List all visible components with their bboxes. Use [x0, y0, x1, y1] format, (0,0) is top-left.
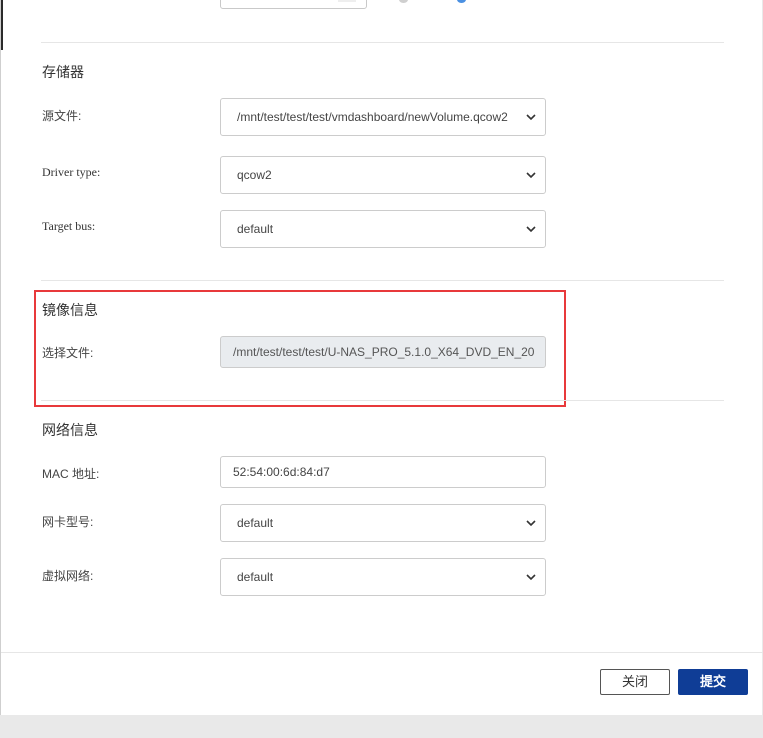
section-divider	[41, 280, 724, 281]
virtual-network-select[interactable]: default	[220, 558, 546, 596]
mac-address-label: MAC 地址:	[42, 467, 100, 481]
previous-radio-group[interactable]	[399, 0, 479, 4]
target-bus-label: Target bus:	[42, 219, 96, 233]
vm-settings-dialog: 存储器 源文件: /mnt/test/test/test/vmdashboard…	[0, 0, 763, 715]
driver-type-select[interactable]: qcow2	[220, 156, 546, 194]
previous-select-field[interactable]	[220, 0, 367, 9]
left-edge-marker	[1, 0, 3, 50]
target-bus-value: default	[237, 222, 274, 236]
section-divider	[41, 400, 724, 401]
mac-address-input[interactable]: 52:54:00:6d:84:d7	[220, 456, 546, 488]
virtual-network-value: default	[237, 570, 274, 584]
virtual-network-label: 虚拟网络:	[42, 569, 94, 583]
storage-section-title: 存储器	[42, 64, 84, 80]
submit-button[interactable]: 提交	[678, 669, 748, 695]
source-file-value: /mnt/test/test/test/vmdashboard/newVolum…	[237, 110, 508, 124]
chevron-down-icon	[526, 520, 536, 527]
nic-model-label: 网卡型号:	[42, 515, 94, 529]
highlight-box	[34, 290, 566, 407]
driver-type-value: qcow2	[237, 168, 272, 182]
footer-divider	[1, 652, 763, 653]
chevron-down-icon	[526, 226, 536, 233]
chevron-down-icon	[526, 574, 536, 581]
network-info-section-title: 网络信息	[42, 422, 98, 438]
radio-option-selected[interactable]	[457, 0, 466, 3]
source-file-select[interactable]: /mnt/test/test/test/vmdashboard/newVolum…	[220, 98, 546, 136]
source-file-label: 源文件:	[42, 109, 82, 123]
chevron-down-icon	[526, 114, 536, 121]
select-handle	[338, 0, 356, 2]
section-divider	[41, 42, 724, 43]
chevron-down-icon	[526, 172, 536, 179]
nic-model-select[interactable]: default	[220, 504, 546, 542]
driver-type-label: Driver type:	[42, 165, 101, 179]
mac-address-value: 52:54:00:6d:84:d7	[233, 465, 330, 479]
radio-option[interactable]	[399, 0, 408, 3]
nic-model-value: default	[237, 516, 274, 530]
target-bus-select[interactable]: default	[220, 210, 546, 248]
close-button[interactable]: 关闭	[600, 669, 670, 695]
